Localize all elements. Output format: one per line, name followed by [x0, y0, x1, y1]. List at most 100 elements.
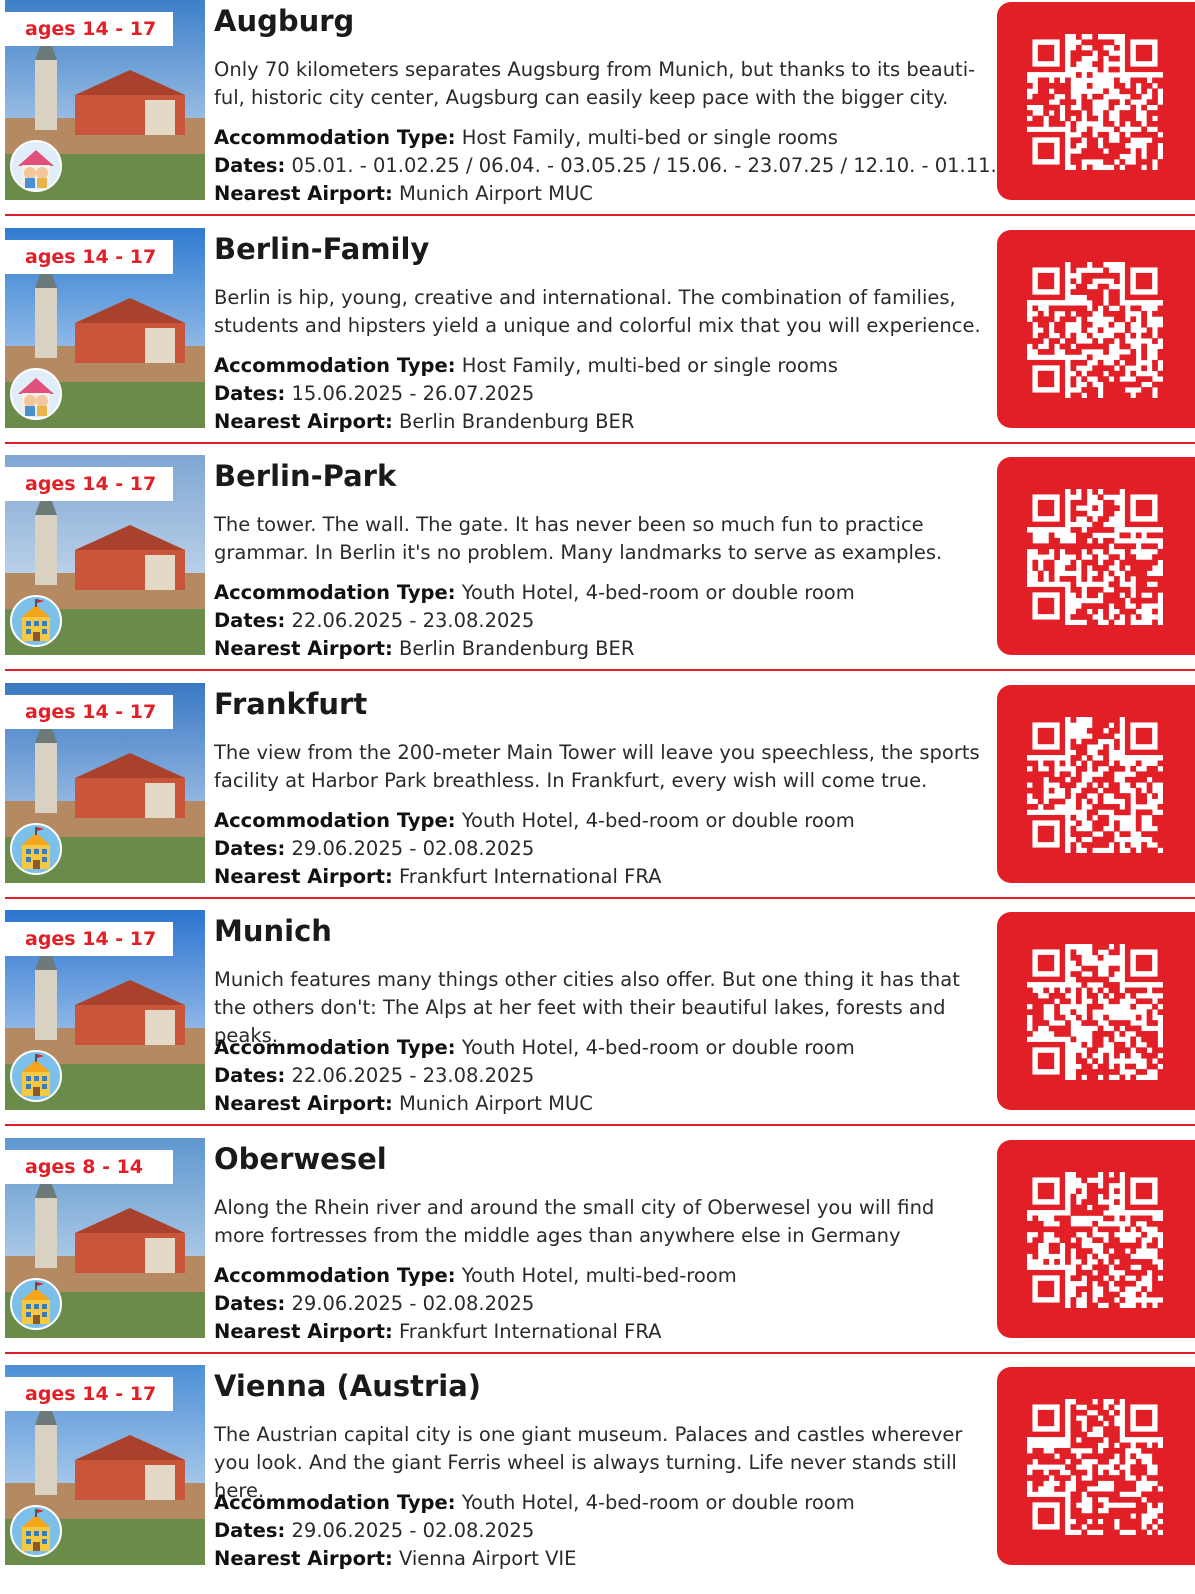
program-entry: ages 14 - 17 Vienna (Austria) The Austri…	[0, 1365, 1195, 1583]
qr-code-icon[interactable]	[1027, 262, 1163, 398]
accommodation-value: Youth Hotel, 4-bed-room or double room	[461, 809, 855, 832]
qr-code-icon[interactable]	[1027, 944, 1163, 1080]
accommodation-value: Host Family, multi-bed or single rooms	[461, 354, 838, 377]
airport-label: Nearest Airport:	[214, 1092, 393, 1115]
program-details: Accommodation Type: Youth Hotel, 4-bed-r…	[214, 579, 855, 663]
dates-line: Dates: 05.01. - 01.02.25 / 06.04. - 03.0…	[214, 152, 1022, 180]
youth-hotel-icon	[10, 1050, 62, 1102]
qr-panel[interactable]	[997, 912, 1195, 1110]
qr-panel[interactable]	[997, 230, 1195, 428]
airport-value: Berlin Brandenburg BER	[398, 637, 635, 660]
airport-value: Frankfurt International FRA	[398, 1320, 662, 1343]
accommodation-value: Youth Hotel, 4-bed-room or double room	[461, 581, 855, 604]
qr-code-icon[interactable]	[1027, 489, 1163, 625]
city-description: The view from the 200-meter Main Tower w…	[214, 741, 980, 792]
dates-line: Dates: 29.06.2025 - 02.08.2025	[214, 1517, 855, 1545]
dates-value: 29.06.2025 - 02.08.2025	[291, 1292, 535, 1315]
city-title: Berlin-Park	[214, 459, 397, 493]
age-badge: ages 14 - 17	[5, 240, 173, 274]
host-family-icon	[10, 140, 62, 192]
accommodation-line: Accommodation Type: Youth Hotel, 4-bed-r…	[214, 1489, 855, 1517]
accommodation-value: Youth Hotel, multi-bed-room	[461, 1264, 737, 1287]
age-badge: ages 14 - 17	[5, 467, 173, 501]
dates-value: 22.06.2025 - 23.08.2025	[291, 609, 535, 632]
qr-panel[interactable]	[997, 1140, 1195, 1338]
qr-code-icon[interactable]	[1027, 1399, 1163, 1535]
section-divider	[5, 214, 1195, 216]
accommodation-label: Accommodation Type:	[214, 354, 456, 377]
dates-value: 29.06.2025 - 02.08.2025	[291, 837, 535, 860]
accommodation-label: Accommodation Type:	[214, 1264, 456, 1287]
qr-code-icon[interactable]	[1027, 34, 1163, 170]
qr-panel[interactable]	[997, 1367, 1195, 1565]
dates-line: Dates: 22.06.2025 - 23.08.2025	[214, 607, 855, 635]
dates-value: 29.06.2025 - 02.08.2025	[291, 1519, 535, 1542]
airport-value: Vienna Airport VIE	[398, 1547, 577, 1570]
accommodation-line: Accommodation Type: Host Family, multi-b…	[214, 352, 838, 380]
airport-line: Nearest Airport: Munich Airport MUC	[214, 180, 1022, 208]
dates-line: Dates: 29.06.2025 - 02.08.2025	[214, 1290, 737, 1318]
program-entry: ages 14 - 17 Berlin-Family Berlin is hip…	[0, 228, 1195, 446]
airport-line: Nearest Airport: Munich Airport MUC	[214, 1090, 855, 1118]
qr-panel[interactable]	[997, 685, 1195, 883]
airport-value: Munich Airport MUC	[398, 182, 593, 205]
airport-value: Munich Airport MUC	[398, 1092, 593, 1115]
accommodation-line: Accommodation Type: Youth Hotel, 4-bed-r…	[214, 807, 855, 835]
youth-hotel-icon	[10, 1278, 62, 1330]
age-badge: ages 14 - 17	[5, 695, 173, 729]
program-entry: ages 14 - 17 Berlin-Park The tower. The …	[0, 455, 1195, 673]
program-details: Accommodation Type: Youth Hotel, 4-bed-r…	[214, 1034, 855, 1118]
city-description: Berlin is hip, young, creative and inter…	[214, 286, 981, 337]
accommodation-value: Youth Hotel, 4-bed-room or double room	[461, 1036, 855, 1059]
program-entry: ages 14 - 17 Munich Munich features many…	[0, 910, 1195, 1128]
dates-line: Dates: 29.06.2025 - 02.08.2025	[214, 835, 855, 863]
dates-label: Dates:	[214, 154, 286, 177]
qr-code-icon[interactable]	[1027, 1172, 1163, 1308]
dates-line: Dates: 15.06.2025 - 26.07.2025	[214, 380, 838, 408]
accommodation-line: Accommodation Type: Youth Hotel, 4-bed-r…	[214, 1034, 855, 1062]
accommodation-line: Accommodation Type: Youth Hotel, multi-b…	[214, 1262, 737, 1290]
program-details: Accommodation Type: Youth Hotel, multi-b…	[214, 1262, 737, 1346]
section-divider	[5, 897, 1195, 899]
city-description: Along the Rhein river and around the sma…	[214, 1196, 935, 1247]
program-entry: ages 14 - 17 Augburg Only 70 kilometers …	[0, 0, 1195, 218]
accommodation-label: Accommodation Type:	[214, 809, 456, 832]
youth-hotel-icon	[10, 595, 62, 647]
accommodation-value: Youth Hotel, 4-bed-room or double room	[461, 1491, 855, 1514]
airport-line: Nearest Airport: Berlin Brandenburg BER	[214, 408, 838, 436]
airport-line: Nearest Airport: Frankfurt International…	[214, 863, 855, 891]
dates-label: Dates:	[214, 1519, 286, 1542]
city-title: Berlin-Family	[214, 232, 430, 266]
qr-code-icon[interactable]	[1027, 717, 1163, 853]
dates-value: 05.01. - 01.02.25 / 06.04. - 03.05.25 / …	[291, 154, 1022, 177]
program-entry: ages 14 - 17 Frankfurt The view from the…	[0, 683, 1195, 901]
dates-label: Dates:	[214, 1064, 286, 1087]
qr-panel[interactable]	[997, 457, 1195, 655]
qr-panel[interactable]	[997, 2, 1195, 200]
city-title: Munich	[214, 914, 332, 948]
youth-hotel-icon	[10, 1505, 62, 1557]
city-description: Only 70 kilometers separates Augsburg fr…	[214, 58, 976, 109]
accommodation-label: Accommodation Type:	[214, 1036, 456, 1059]
program-details: Accommodation Type: Youth Hotel, 4-bed-r…	[214, 1489, 855, 1573]
city-title: Frankfurt	[214, 687, 368, 721]
program-details: Accommodation Type: Host Family, multi-b…	[214, 352, 838, 436]
city-title: Oberwesel	[214, 1142, 387, 1176]
dates-value: 22.06.2025 - 23.08.2025	[291, 1064, 535, 1087]
program-details: Accommodation Type: Host Family, multi-b…	[214, 124, 1022, 208]
city-title: Augburg	[214, 4, 355, 38]
section-divider	[5, 1352, 1195, 1354]
accommodation-label: Accommodation Type:	[214, 126, 456, 149]
dates-label: Dates:	[214, 382, 286, 405]
accommodation-value: Host Family, multi-bed or single rooms	[461, 126, 838, 149]
accommodation-label: Accommodation Type:	[214, 581, 456, 604]
program-entry: ages 8 - 14 Oberwesel Along the Rhein ri…	[0, 1138, 1195, 1356]
age-badge: ages 14 - 17	[5, 12, 173, 46]
city-description: The tower. The wall. The gate. It has ne…	[214, 513, 943, 564]
city-title: Vienna (Austria)	[214, 1369, 482, 1403]
dates-label: Dates:	[214, 837, 286, 860]
program-details: Accommodation Type: Youth Hotel, 4-bed-r…	[214, 807, 855, 891]
section-divider	[5, 669, 1195, 671]
airport-line: Nearest Airport: Vienna Airport VIE	[214, 1545, 855, 1573]
section-divider	[5, 1124, 1195, 1126]
